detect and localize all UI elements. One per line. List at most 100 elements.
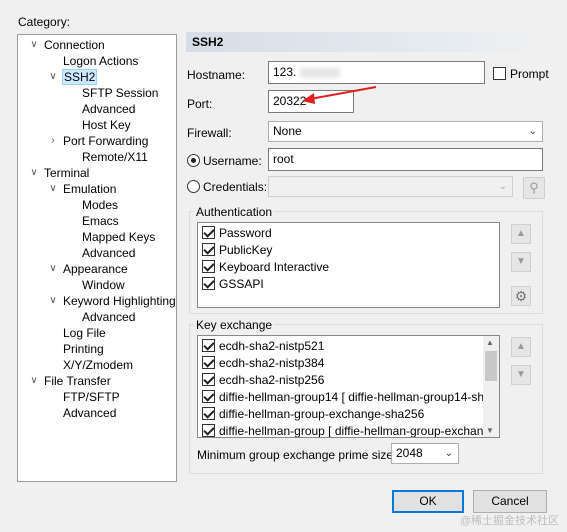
tree-item[interactable]: Logon Actions bbox=[63, 53, 138, 69]
tree-item[interactable]: Host Key bbox=[82, 117, 131, 133]
chevron-down-icon[interactable]: ∨ bbox=[47, 71, 59, 83]
tree-item[interactable]: ∨ SSH2 bbox=[49, 69, 98, 85]
min-group-value: 2048 bbox=[396, 446, 423, 460]
triangle-up-icon: ▲ bbox=[516, 341, 526, 352]
kex-move-up-button[interactable]: ▲ bbox=[511, 337, 531, 357]
list-item[interactable]: diffie-hellman-group14 [ diffie-hellman-… bbox=[202, 389, 494, 406]
tree-item-label: Host Key bbox=[82, 118, 131, 132]
checkbox-checked-icon[interactable] bbox=[202, 356, 215, 369]
key-exchange-list[interactable]: ecdh-sha2-nistp521 ecdh-sha2-nistp384 ecdh… bbox=[197, 335, 500, 438]
list-item-label: GSSAPI bbox=[219, 277, 264, 291]
tree-item[interactable]: ∨ File Transfer bbox=[30, 373, 111, 389]
tree-item-label: Appearance bbox=[63, 262, 128, 276]
checkbox-checked-icon[interactable] bbox=[202, 277, 215, 290]
cancel-button[interactable]: Cancel bbox=[473, 490, 547, 513]
category-tree[interactable]: ∨ Connection Logon Actions ∨ SSH2 SFTP Sessio… bbox=[17, 34, 177, 482]
tree-item[interactable]: ∨ Keyword Highlighting bbox=[49, 293, 175, 309]
checkbox-checked-icon[interactable] bbox=[202, 424, 215, 437]
credentials-select[interactable]: ⌄ bbox=[268, 176, 513, 197]
tree-item[interactable]: Advanced bbox=[82, 101, 135, 117]
tree-item[interactable]: › Port Forwarding bbox=[51, 133, 149, 149]
chevron-down-icon[interactable]: ∨ bbox=[28, 375, 40, 387]
chevron-down-icon[interactable]: ∨ bbox=[47, 295, 59, 307]
chevron-down-icon[interactable]: ∨ bbox=[47, 263, 59, 275]
tree-item[interactable]: Mapped Keys bbox=[82, 229, 155, 245]
tree-item-label: Advanced bbox=[82, 310, 136, 324]
list-item[interactable]: Keyboard Interactive bbox=[202, 259, 329, 276]
tree-item[interactable]: Advanced bbox=[63, 405, 116, 421]
tree-item[interactable]: Modes bbox=[82, 197, 118, 213]
triangle-down-icon: ▼ bbox=[516, 256, 526, 267]
move-up-button[interactable]: ▲ bbox=[511, 224, 531, 244]
username-radio[interactable] bbox=[187, 154, 200, 167]
checkbox-checked-icon[interactable] bbox=[202, 373, 215, 386]
credentials-radio[interactable] bbox=[187, 180, 200, 193]
firewall-select[interactable]: None ⌄ bbox=[268, 121, 543, 142]
tree-item[interactable]: Printing bbox=[63, 341, 104, 357]
tree-item-label: SSH2 bbox=[61, 69, 98, 85]
tree-item[interactable]: ∨ Terminal bbox=[30, 165, 90, 181]
min-group-select[interactable]: 2048 ⌄ bbox=[391, 443, 459, 464]
scroll-thumb[interactable] bbox=[485, 351, 497, 381]
hostname-input[interactable]: 123. bbox=[268, 61, 485, 84]
username-input[interactable]: root bbox=[268, 148, 543, 171]
gear-icon: ⚙ bbox=[514, 288, 528, 304]
tree-item[interactable]: Remote/X11 bbox=[82, 149, 148, 165]
tree-item[interactable]: SFTP Session bbox=[82, 85, 158, 101]
ok-button[interactable]: OK bbox=[392, 490, 464, 513]
kex-move-down-button[interactable]: ▼ bbox=[511, 365, 531, 385]
annotation-arrow-icon bbox=[302, 86, 377, 104]
tree-item-label: Terminal bbox=[44, 166, 90, 180]
checkbox-checked-icon[interactable] bbox=[202, 260, 215, 273]
tree-item[interactable]: X/Y/Zmodem bbox=[63, 357, 133, 373]
port-label: Port: bbox=[187, 97, 213, 111]
tree-item[interactable]: Log File bbox=[63, 325, 106, 341]
key-exchange-scrollbar[interactable]: ▲ ▼ bbox=[483, 336, 499, 437]
list-item-label: ecdh-sha2-nistp256 bbox=[219, 373, 325, 387]
list-item[interactable]: PublicKey bbox=[202, 242, 272, 259]
list-item[interactable]: ecdh-sha2-nistp384 bbox=[202, 355, 324, 372]
chevron-down-icon[interactable]: ∨ bbox=[28, 167, 40, 179]
tree-item-label: Modes bbox=[82, 198, 119, 212]
tree-item-label: Remote/X11 bbox=[82, 150, 148, 164]
list-item[interactable]: ecdh-sha2-nistp256 bbox=[202, 372, 324, 389]
authentication-list[interactable]: Password PublicKey Keyboard Interactive GSS… bbox=[197, 222, 500, 308]
tree-item[interactable]: ∨ Emulation bbox=[49, 181, 116, 197]
firewall-value: None bbox=[273, 124, 302, 138]
key-icon: ⚲ bbox=[529, 180, 539, 195]
tree-item[interactable]: Emacs bbox=[82, 213, 119, 229]
list-item-label: diffie-hellman-group-exchange-sha256 bbox=[219, 407, 425, 421]
tree-item-label: Printing bbox=[63, 342, 104, 356]
checkbox-checked-icon[interactable] bbox=[202, 226, 215, 239]
checkbox-checked-icon[interactable] bbox=[202, 339, 215, 352]
tree-item[interactable]: ∨ Appearance bbox=[49, 261, 128, 277]
list-item[interactable]: GSSAPI bbox=[202, 276, 264, 293]
watermark: @稀土掘金技术社区 bbox=[459, 515, 559, 527]
list-item-label: Keyboard Interactive bbox=[219, 260, 330, 274]
tree-item[interactable]: FTP/SFTP bbox=[63, 389, 120, 405]
tree-item-label: Connection bbox=[44, 38, 105, 52]
tree-item[interactable]: Window bbox=[82, 277, 125, 293]
checkbox-checked-icon[interactable] bbox=[202, 407, 215, 420]
list-item[interactable]: diffie-hellman-group [ diffie-hellman-gr… bbox=[202, 423, 493, 437]
chevron-right-icon[interactable]: › bbox=[47, 135, 59, 147]
auth-settings-button[interactable]: ⚙ bbox=[511, 286, 531, 306]
firewall-label: Firewall: bbox=[187, 126, 232, 140]
tree-item[interactable]: Advanced bbox=[82, 309, 135, 325]
checkbox-checked-icon[interactable] bbox=[202, 390, 215, 403]
move-down-button[interactable]: ▼ bbox=[511, 252, 531, 272]
tree-item[interactable]: Advanced bbox=[82, 245, 135, 261]
list-item-label: diffie-hellman-group14 [ diffie-hellman-… bbox=[219, 390, 495, 404]
credentials-manage-button[interactable]: ⚲ bbox=[523, 177, 545, 199]
chevron-down-icon[interactable]: ∨ bbox=[28, 39, 40, 51]
tree-item[interactable]: ∨ Connection bbox=[30, 37, 105, 53]
key-exchange-title: Key exchange bbox=[194, 318, 275, 332]
tree-item-label: Port Forwarding bbox=[63, 134, 149, 148]
prompt-checkbox[interactable] bbox=[493, 67, 506, 80]
checkbox-checked-icon[interactable] bbox=[202, 243, 215, 256]
list-item[interactable]: Password bbox=[202, 225, 272, 242]
tree-item-label: File Transfer bbox=[44, 374, 111, 388]
list-item[interactable]: ecdh-sha2-nistp521 bbox=[202, 338, 324, 355]
list-item[interactable]: diffie-hellman-group-exchange-sha256 bbox=[202, 406, 424, 423]
chevron-down-icon[interactable]: ∨ bbox=[47, 183, 59, 195]
